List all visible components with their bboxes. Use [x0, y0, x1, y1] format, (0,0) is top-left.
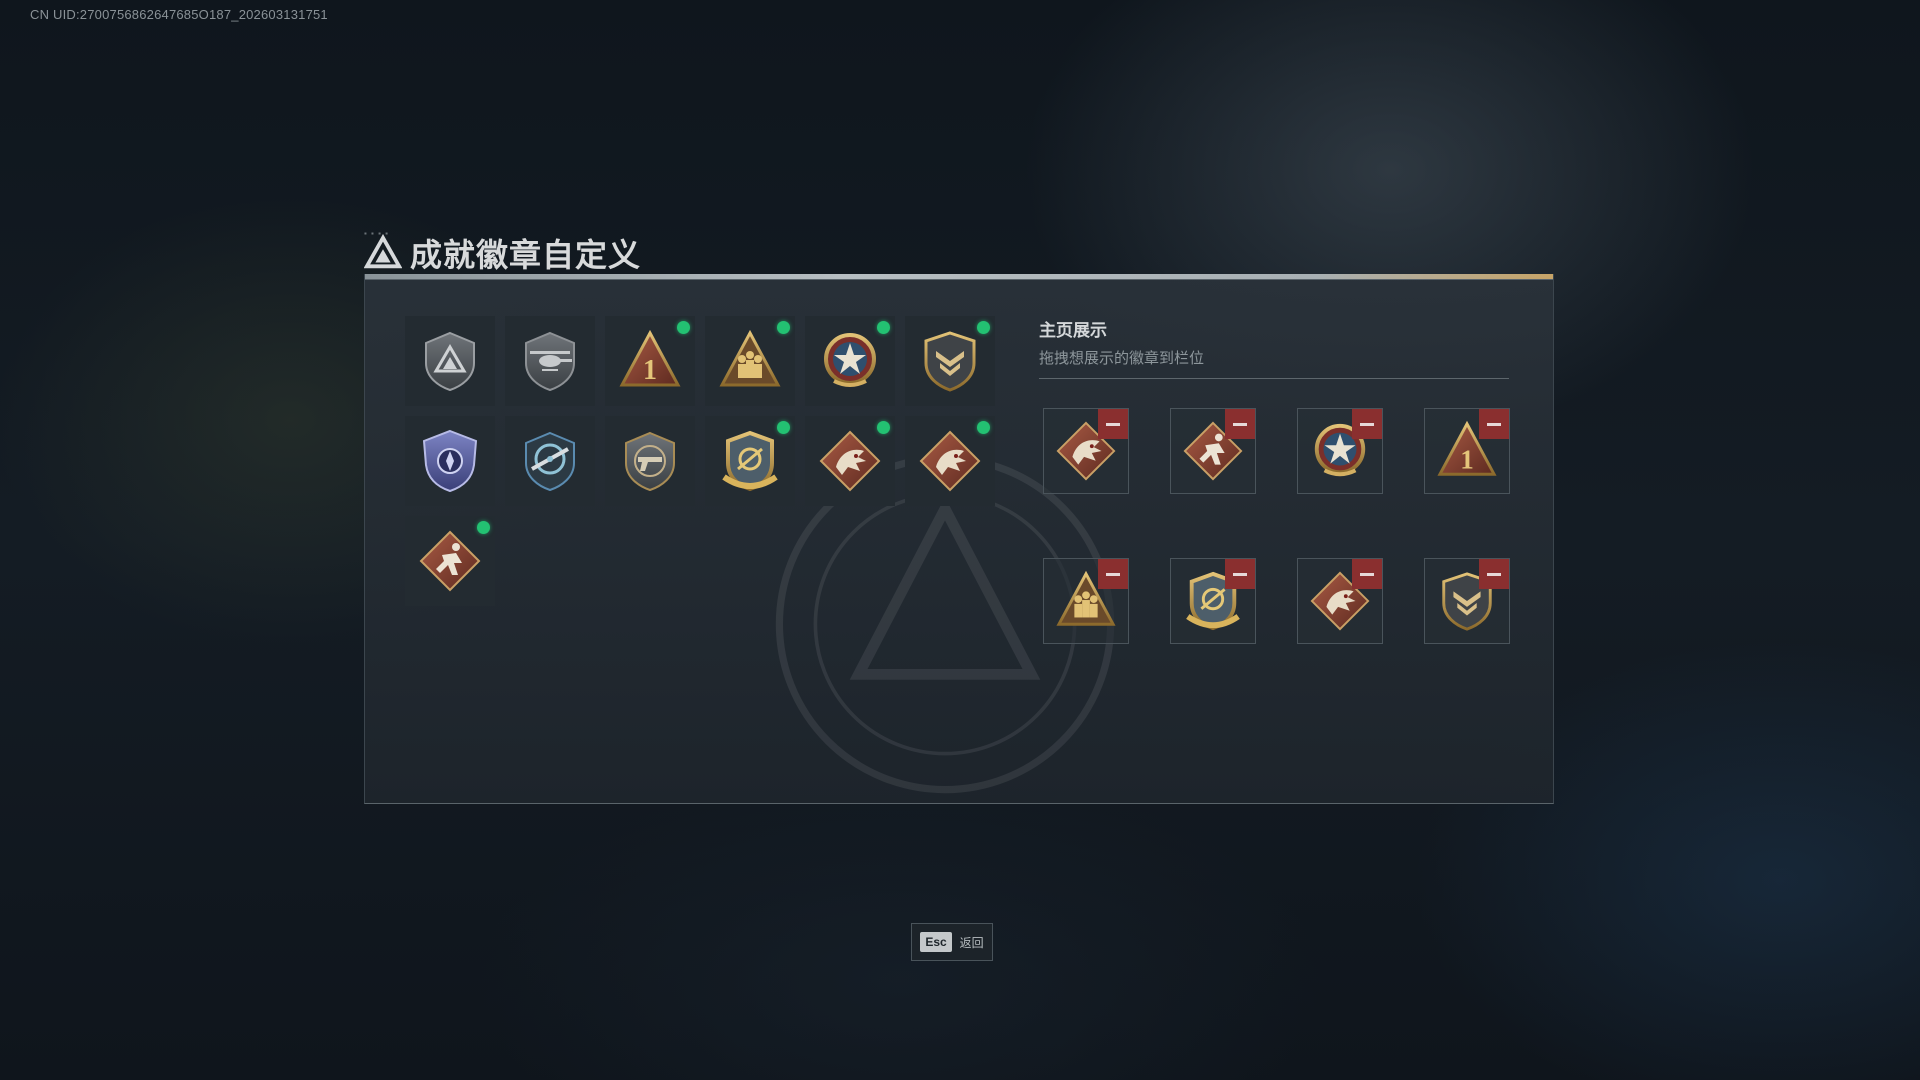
- showcase-slot[interactable]: [1424, 558, 1510, 644]
- star-medal-badge-icon: [818, 329, 882, 393]
- minus-icon: [1106, 572, 1120, 576]
- badge-slot[interactable]: [805, 316, 895, 406]
- badge-customization-panel: 主页展示 拖拽想展示的徽章到栏位: [364, 274, 1554, 804]
- triangle-shield-badge-icon: [418, 329, 482, 393]
- showcase-slot[interactable]: [1043, 558, 1129, 644]
- badge-slot[interactable]: [905, 416, 995, 506]
- showcase-slot[interactable]: [1170, 408, 1256, 494]
- remove-badge-button[interactable]: [1098, 409, 1128, 439]
- showcase-slot[interactable]: [1170, 558, 1256, 644]
- pistol-shield-badge-icon: [618, 429, 682, 493]
- minus-icon: [1233, 422, 1247, 426]
- remove-badge-button[interactable]: [1098, 559, 1128, 589]
- badge-slot[interactable]: [405, 516, 495, 606]
- remove-badge-button[interactable]: [1479, 559, 1509, 589]
- minus-icon: [1233, 572, 1247, 576]
- remove-badge-button[interactable]: [1352, 559, 1382, 589]
- chevron-shield-badge-icon: [918, 329, 982, 393]
- badge-slot[interactable]: [605, 316, 695, 406]
- back-label: 返回: [959, 935, 984, 950]
- page-header: 成就徽章自定义: [364, 228, 641, 278]
- remove-badge-button[interactable]: [1479, 409, 1509, 439]
- new-indicator-dot: [477, 521, 490, 534]
- homepage-showcase: 主页展示 拖拽想展示的徽章到栏位: [1039, 316, 1511, 644]
- remove-badge-button[interactable]: [1225, 559, 1255, 589]
- showcase-slot[interactable]: [1424, 408, 1510, 494]
- new-indicator-dot: [977, 421, 990, 434]
- target-rifle-badge-icon: [518, 429, 582, 493]
- new-indicator-dot: [677, 321, 690, 334]
- triangle-logo-icon: [364, 234, 402, 269]
- showcase-divider: [1039, 378, 1509, 379]
- badge-slot[interactable]: [805, 416, 895, 506]
- number-one-badge-icon: [618, 329, 682, 393]
- showcase-slot[interactable]: [1297, 558, 1383, 644]
- showcase-slot-grid: [1043, 408, 1510, 644]
- badge-slot[interactable]: [605, 416, 695, 506]
- showcase-subtitle: 拖拽想展示的徽章到栏位: [1039, 350, 1205, 367]
- back-button[interactable]: Esc 返回: [911, 923, 993, 961]
- esc-key-hint: Esc: [920, 932, 952, 952]
- new-indicator-dot: [777, 421, 790, 434]
- remove-badge-button[interactable]: [1225, 409, 1255, 439]
- minus-icon: [1360, 422, 1374, 426]
- showcase-slot[interactable]: [1297, 408, 1383, 494]
- blue-shield-badge-icon: [418, 429, 482, 493]
- runner-badge-icon: [418, 529, 482, 593]
- badge-slot[interactable]: [405, 316, 495, 406]
- minus-icon: [1487, 572, 1501, 576]
- badge-slot[interactable]: [505, 316, 595, 406]
- badge-slot[interactable]: [505, 416, 595, 506]
- uid-text: CN UID:2700756862647685O187_202603131751: [30, 7, 328, 22]
- minus-icon: [1487, 422, 1501, 426]
- badge-slot[interactable]: [705, 316, 795, 406]
- showcase-title: 主页展示: [1039, 321, 1107, 340]
- page-title: 成就徽章自定义: [410, 237, 642, 273]
- badge-collection-grid: [405, 316, 995, 606]
- badge-slot[interactable]: [705, 416, 795, 506]
- panel-top-bar: [365, 274, 1553, 280]
- new-indicator-dot: [777, 321, 790, 334]
- minus-icon: [1106, 422, 1120, 426]
- showcase-slot[interactable]: [1043, 408, 1129, 494]
- new-indicator-dot: [877, 421, 890, 434]
- new-indicator-dot: [977, 321, 990, 334]
- gold-crest-badge-icon: [718, 429, 782, 493]
- remove-badge-button[interactable]: [1352, 409, 1382, 439]
- soldiers-badge-icon: [718, 329, 782, 393]
- minus-icon: [1360, 572, 1374, 576]
- badge-slot[interactable]: [905, 316, 995, 406]
- dragon-badge-icon: [918, 429, 982, 493]
- badge-slot[interactable]: [405, 416, 495, 506]
- helicopter-badge-icon: [518, 329, 582, 393]
- dragon-badge-icon: [818, 429, 882, 493]
- new-indicator-dot: [877, 321, 890, 334]
